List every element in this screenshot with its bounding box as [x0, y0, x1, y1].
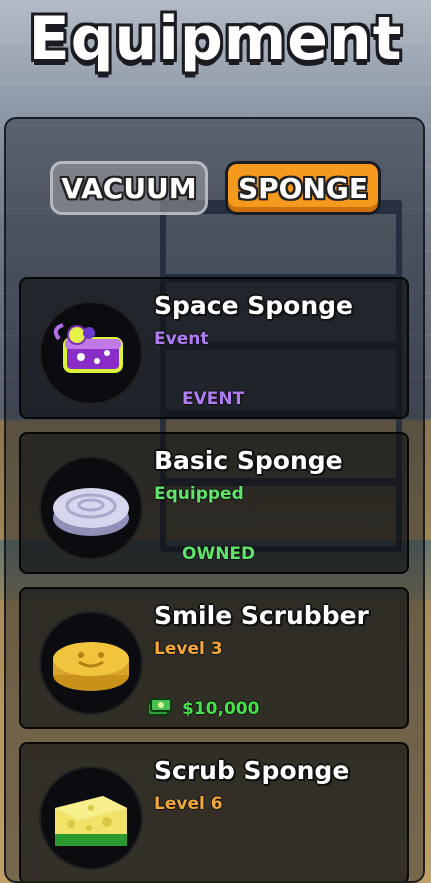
event-label: EVENT	[182, 389, 245, 409]
owned-label: OWNED	[182, 544, 256, 564]
item-name: Smile Scrubber	[154, 601, 369, 630]
equipment-panel: VACUUM SPONGE Space Sponge Event EVENT B…	[4, 117, 425, 883]
price-label: $10,000	[182, 699, 260, 719]
item-level: Level 3	[154, 639, 223, 659]
smile-scrubber-icon	[39, 611, 143, 715]
page-title: Equipment	[28, 4, 403, 74]
list-item-smile-scrubber[interactable]: Smile Scrubber Level 3 $10,000	[19, 587, 409, 729]
item-status: Event	[154, 329, 209, 349]
tab-vacuum[interactable]: VACUUM	[50, 161, 208, 215]
item-level: Level 6	[154, 794, 223, 814]
item-status: Equipped	[154, 484, 244, 504]
item-name: Scrub Sponge	[154, 756, 350, 785]
item-name: Basic Sponge	[154, 446, 343, 475]
cash-icon	[147, 698, 172, 716]
basic-sponge-icon	[39, 456, 143, 560]
space-sponge-icon	[39, 301, 143, 405]
scrub-sponge-icon	[39, 766, 143, 870]
list-item-scrub-sponge[interactable]: Scrub Sponge Level 6	[19, 742, 409, 881]
list-item-basic-sponge[interactable]: Basic Sponge Equipped OWNED	[19, 432, 409, 574]
list-item-space-sponge[interactable]: Space Sponge Event EVENT	[19, 277, 409, 419]
tab-sponge[interactable]: SPONGE	[225, 161, 381, 215]
item-name: Space Sponge	[154, 291, 353, 320]
